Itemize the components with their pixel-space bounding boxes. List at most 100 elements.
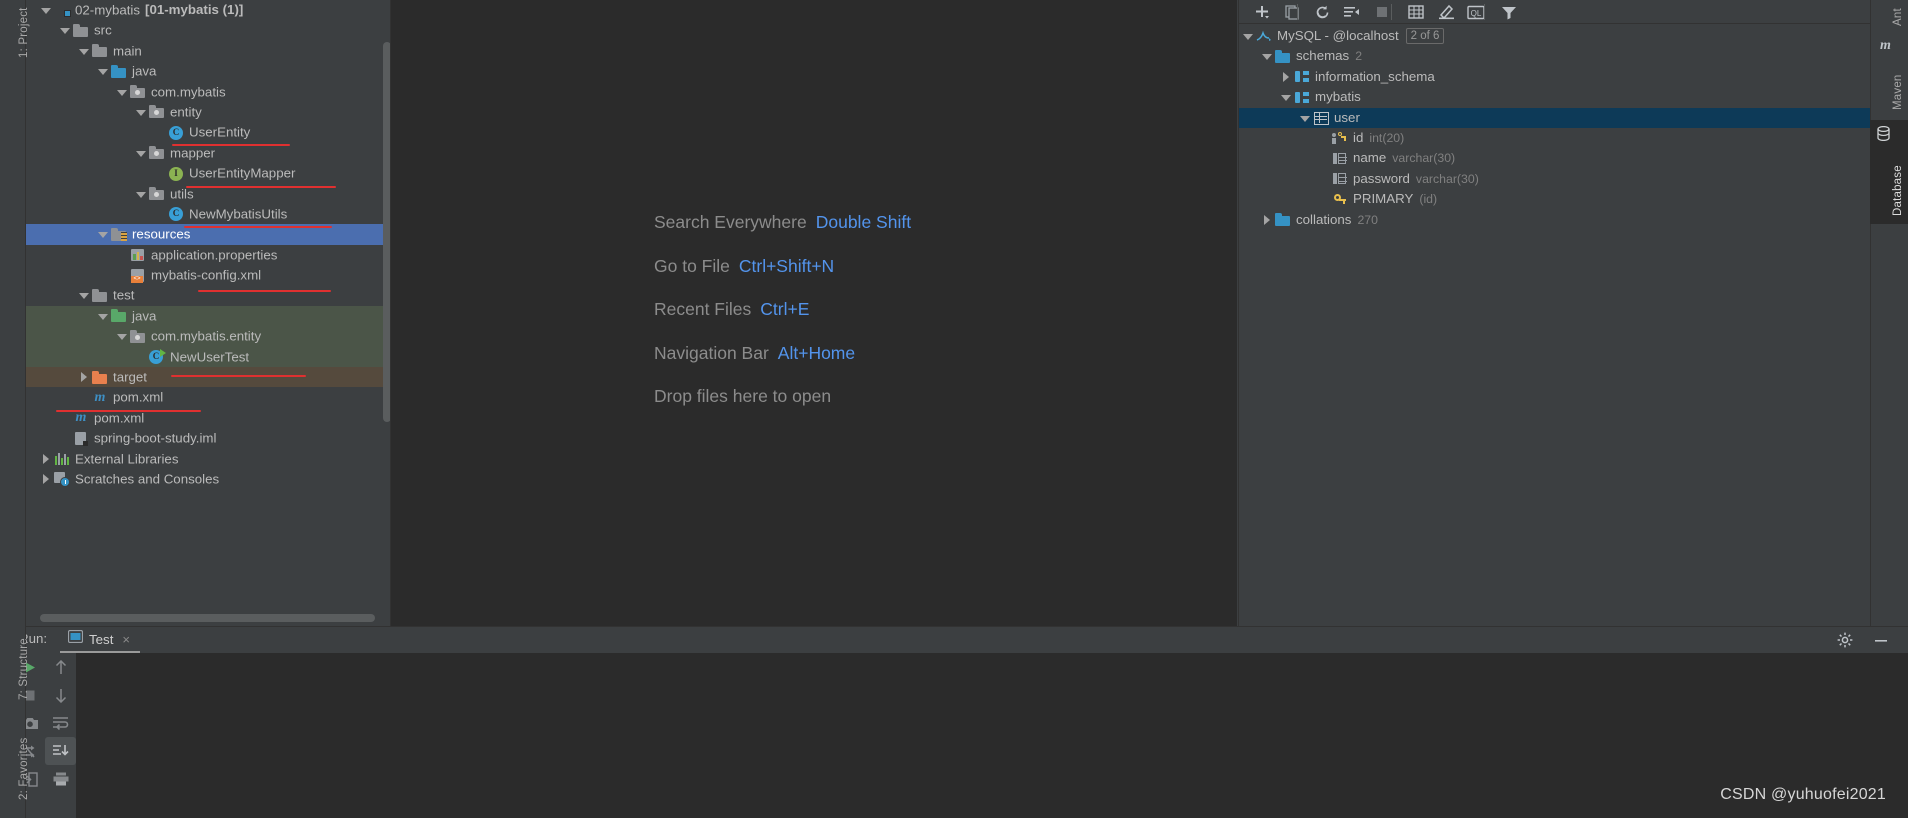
gear-icon[interactable] [1836,631,1854,649]
soft-wrap-icon[interactable] [45,709,76,737]
project-tree-row[interactable]: C UserEntity [26,122,391,142]
project-tree-row-label: com.mybatis.entity [151,328,262,344]
refresh-icon[interactable] [1307,0,1337,24]
close-icon[interactable]: × [122,632,130,647]
database-tree-row[interactable]: id int(20) [1239,128,1871,148]
project-tree-row[interactable]: Scratches and Consoles [26,469,391,489]
project-tree-row[interactable]: src [26,20,391,40]
database-tree-row[interactable]: user [1239,107,1871,128]
shortcuts-hint-list: Search Everywhere Double Shift Go to File C… [654,212,1214,430]
tool-button-project[interactable]: 1: Project [18,7,30,58]
database-tree-row[interactable]: information_schema [1239,67,1871,87]
shortcut-keys: Ctrl+Shift+N [738,255,835,276]
project-horizontal-scrollbar[interactable] [40,614,375,622]
database-tree-row-detail: varchar(30) [1392,151,1456,166]
database-tree-row[interactable]: password varchar(30) [1239,169,1871,189]
project-tree-row[interactable]: test [26,285,391,305]
project-tree-row-label: NewMybatisUtils [189,206,288,222]
run-tab-test[interactable]: Test × [60,627,140,653]
move-up-icon[interactable] [45,653,76,681]
tool-button-structure[interactable]: 7: Structure [18,638,30,700]
table-view-icon[interactable] [1401,0,1431,24]
database-tree-row[interactable]: MySQL - @localhost 2 of 6 [1239,26,1871,46]
chevron-down-icon[interactable] [1299,113,1310,124]
tool-button-favorites[interactable]: 2: Favorites [18,738,30,800]
stop-icon[interactable] [1367,0,1397,24]
chevron-down-icon[interactable] [135,107,146,118]
project-tree-row[interactable]: target [26,367,391,388]
test-class-icon: C [149,349,166,365]
chevron-down-icon[interactable] [135,189,146,200]
database-tree-row[interactable]: name varchar(30) [1239,148,1871,168]
chevron-down-icon[interactable] [1280,92,1291,103]
database-toolbar: QL [1239,0,1871,24]
database-tree-row[interactable]: PRIMARY (id) [1239,189,1871,209]
db-folder-icon [1275,212,1291,228]
chevron-down-icon[interactable] [59,25,70,36]
run-tool-window[interactable]: Run: Test × CSDN @yuhuofei2021 [0,626,1908,818]
chevron-right-icon[interactable] [1280,71,1291,83]
chevron-down-icon[interactable] [116,331,127,342]
project-tree-row[interactable]: java [26,61,391,81]
project-tree-row[interactable]: C NewMybatisUtils [26,204,391,224]
chevron-down-icon[interactable] [97,229,108,240]
chevron-down-icon[interactable] [78,290,89,301]
project-tree-row[interactable]: m pom.xml [26,387,391,407]
print-icon[interactable] [45,765,76,793]
tool-button-ant[interactable]: Ant [1870,0,1908,28]
project-tree-row[interactable]: External Libraries [26,449,391,469]
database-tool-window[interactable]: QL MySQL - @localhost 2 of 6 schemas 2 infor… [1238,0,1871,626]
editor-empty-area[interactable]: Search Everywhere Double Shift Go to File C… [391,0,1237,626]
minimize-icon[interactable] [1872,631,1890,649]
shortcut-action: Drop files here to open [654,386,832,406]
project-tree-row[interactable]: java [26,305,391,327]
chevron-down-icon[interactable] [40,5,51,16]
project-tree-row[interactable]: com.mybatis.entity [26,326,391,347]
chevron-down-icon[interactable] [97,66,108,77]
chevron-right-icon[interactable] [1261,214,1272,226]
database-tree[interactable]: MySQL - @localhost 2 of 6 schemas 2 informat… [1239,26,1871,230]
project-tree-row[interactable]: com.mybatis [26,82,391,102]
database-tree-row-detail: int(20) [1369,130,1405,145]
chevron-down-icon[interactable] [116,87,127,98]
project-tool-window[interactable]: 02-mybatis [01-mybatis (1)] src main java com… [26,0,391,626]
add-icon[interactable] [1247,0,1277,24]
tool-button-maven[interactable]: Maven m [1870,32,1908,116]
project-tree-row-label: application.properties [151,246,278,262]
run-console-output[interactable]: CSDN @yuhuofei2021 [76,653,1908,818]
chevron-down-icon[interactable] [1261,51,1272,62]
copy-icon[interactable] [1277,0,1307,24]
chevron-right-icon[interactable] [78,372,89,383]
project-tree-row-label: mybatis-config.xml [151,267,262,283]
query-console-icon[interactable]: QL [1461,0,1491,24]
project-tree-row[interactable]: entity [26,102,391,122]
database-tree-row[interactable]: schemas 2 [1239,46,1871,66]
chevron-down-icon[interactable] [135,148,146,159]
project-tree-row[interactable]: application.properties [26,245,391,265]
project-tree[interactable]: 02-mybatis [01-mybatis (1)] src main java com… [26,0,391,489]
chevron-right-icon[interactable] [40,453,51,465]
project-tree-row[interactable]: <> mybatis-config.xml [26,265,391,285]
filter-icon[interactable] [1494,0,1524,24]
chevron-down-icon[interactable] [78,46,89,57]
move-down-icon[interactable] [45,681,76,709]
project-tree-row[interactable]: spring-boot-study.iml [26,428,391,448]
scroll-to-end-icon[interactable] [45,737,76,765]
database-tree-row[interactable]: collations 270 [1239,210,1871,230]
project-tree-row[interactable]: 02-mybatis [01-mybatis (1)] [26,0,391,20]
package-icon [149,145,165,161]
shortcut-keys: Alt+Home [777,342,856,363]
tool-button-database[interactable]: Database [1870,120,1908,224]
schema-icon [1294,90,1310,106]
database-tree-row[interactable]: mybatis [1239,87,1871,107]
chevron-down-icon[interactable] [1242,31,1253,42]
project-tree-row[interactable]: C NewUserTest [26,346,391,368]
database-tree-row-label: information_schema [1315,68,1435,84]
project-tree-row[interactable]: I UserEntityMapper [26,163,391,183]
chevron-down-icon[interactable] [97,311,108,322]
edit-icon[interactable] [1431,0,1461,24]
chevron-right-icon[interactable] [40,473,51,485]
project-tree-row-label: com.mybatis [151,83,226,99]
sync-settings-icon[interactable] [1337,0,1367,24]
project-tree-row[interactable]: main [26,41,391,61]
